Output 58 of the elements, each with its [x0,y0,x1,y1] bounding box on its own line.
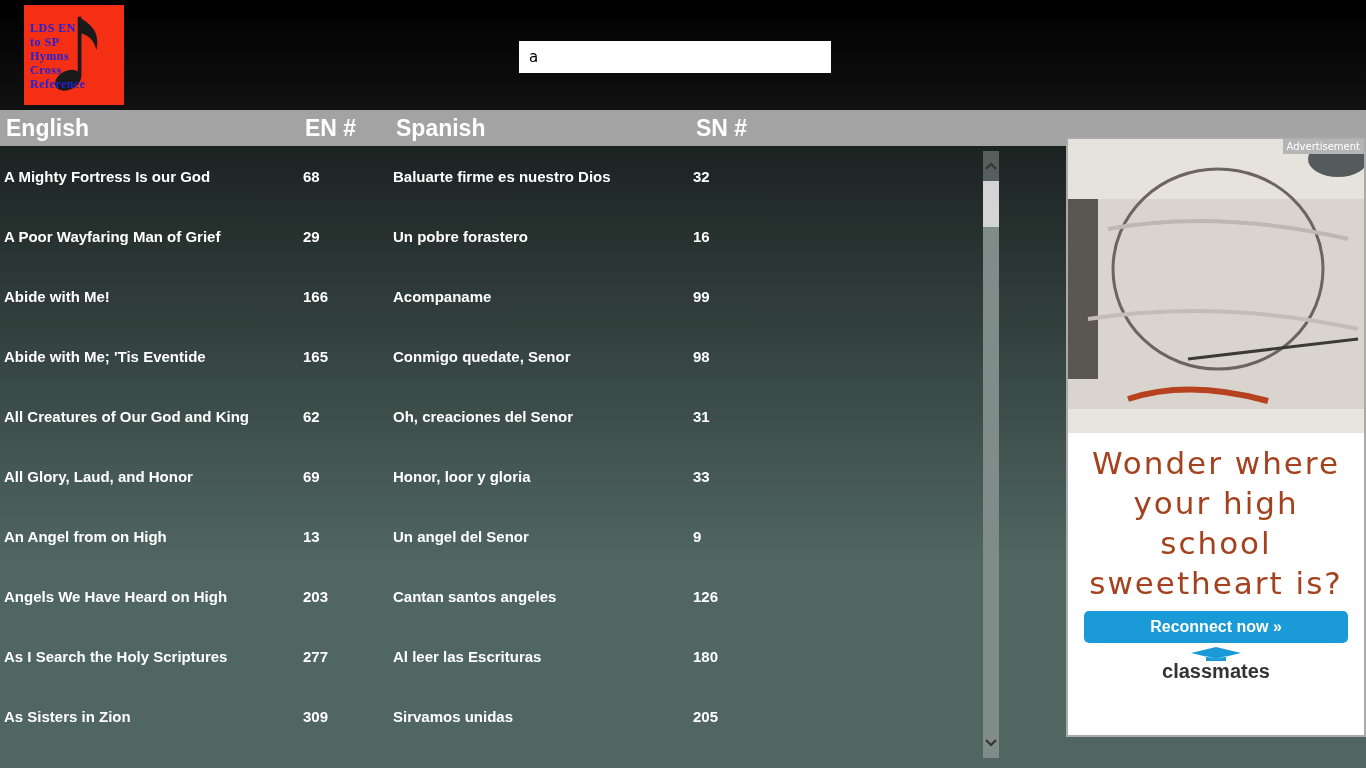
search-field[interactable]: a [519,41,831,73]
table-cell-text: 180 [693,647,720,665]
logo-text: to SP [30,35,61,49]
table-cell-text: 32 [693,167,711,185]
table-cell-text: 69 [303,467,321,485]
table-cell-text: Acompaname [393,287,493,305]
table-cell-text: Un pobre forastero [393,227,529,245]
scroll-up-icon[interactable] [983,151,999,181]
table-cell-text: 31 [693,407,711,425]
table-cell-text: Abide with Me; 'Tis Eventide [3,347,207,365]
column-header[interactable]: SN # [696,114,776,142]
table-cell-text: Angels We Have Heard on High [3,587,229,605]
table-cell-text: As Sisters in Zion [3,707,132,725]
brand-name: classmates [1162,661,1270,681]
table-cell-text: As I Search the Holy Scriptures [3,647,229,665]
logo-text: Hymns [30,49,71,63]
table-cell-text: All Creatures of Our God and King [3,407,251,425]
scroll-thumb[interactable] [983,181,999,227]
table-cell-text: 68 [303,167,321,185]
table-cell-text: 16 [693,227,711,245]
table-cell-text: Al leer las Escrituras [393,647,543,665]
table-cell-text: All Glory, Laud, and Honor [3,467,194,485]
table-cell-text: An Angel from on High [3,527,168,545]
advertisement-banner[interactable]: Advertisement Wonder where your high school sweetheart is? Reconnect now » classmates [1066,137,1366,737]
table-cell-text: Sirvamos unidas [393,707,515,725]
advertisement-label: Advertisement [1282,139,1364,154]
scrollbar[interactable] [983,151,999,758]
table-cell-text: Cantan santos angeles [393,587,558,605]
table-cell-text: 309 [303,707,330,725]
table-cell-text: 13 [303,527,321,545]
table-cell-text: Un angel del Senor [393,527,530,545]
column-header[interactable]: English [0,114,305,142]
table-cell-text: Conmigo quedate, Senor [393,347,572,365]
table-cell-text: Baluarte firme es nuestro Dios [393,167,612,185]
graduation-cap-icon [1191,647,1241,661]
table-cell-text: Honor, loor y gloria [393,467,532,485]
table-cell-text: 99 [693,287,711,305]
ad-headline: Wonder where your high school sweetheart is? [1088,444,1344,603]
table-cell-text: 203 [303,587,330,605]
table-cell-text: 29 [303,227,321,245]
table-cell-text: 9 [693,527,703,545]
table-cell-text: 277 [303,647,330,665]
table-cell-text: A Poor Wayfaring Man of Grief [3,227,222,245]
column-header[interactable]: Spanish [396,114,696,142]
logo-text: LDS EN [30,21,77,35]
table-cell-text: Abide with Me! [3,287,111,305]
table-cell-text: 98 [693,347,711,365]
table-cell-text: Oh, creaciones del Senor [393,407,575,425]
table-cell-text: 33 [693,467,711,485]
reconnect-button[interactable]: Reconnect now » [1084,611,1348,643]
table-cell-text: 126 [693,587,720,605]
column-header[interactable]: EN # [305,114,396,142]
table-cell-text: 62 [303,407,321,425]
logo-text: Cross [30,63,63,77]
table-cell-text: A Mighty Fortress Is our God [3,167,212,185]
table-cell-text: 166 [303,287,330,305]
table-cell-text: 205 [693,707,720,725]
table-cell-text: 165 [303,347,330,365]
